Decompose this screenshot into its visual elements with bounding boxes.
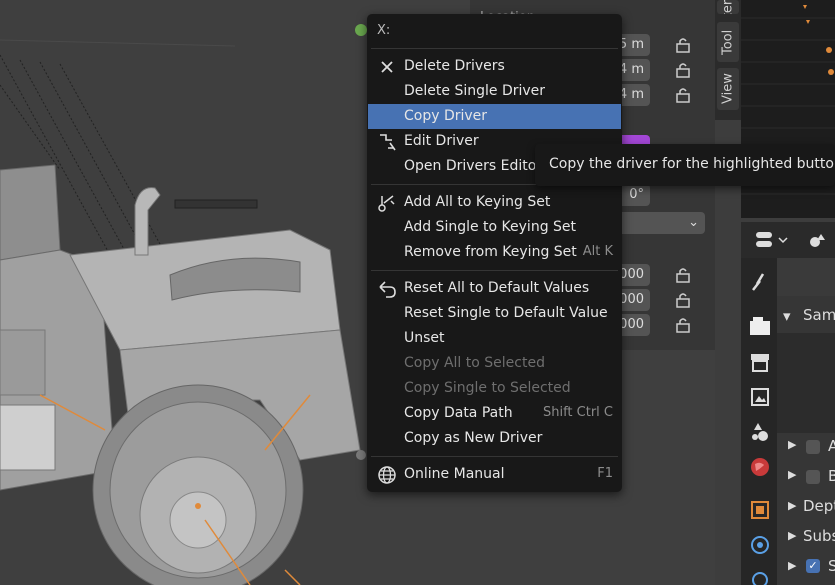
menu-item-label: Add All to Keying Set <box>404 194 551 210</box>
constraints-icon[interactable] <box>748 566 772 585</box>
row-label-subs: Subs <box>803 527 835 545</box>
tooltip: Copy the driver for the highlighted butt… <box>535 144 835 186</box>
object-icon[interactable] <box>748 498 772 522</box>
menu-item-label: Copy Driver <box>404 108 488 124</box>
properties-header <box>741 222 835 258</box>
panel-collapse-arrow[interactable]: ▾ <box>783 307 791 325</box>
menu-item-reset-all-defaults[interactable]: Reset All to Default Values <box>368 276 621 301</box>
view-layer-icon[interactable] <box>748 385 772 409</box>
menu-separator <box>371 270 618 271</box>
context-menu: X: Delete Drivers Delete Single Driver C… <box>367 14 622 492</box>
row-label-b: B <box>828 467 835 485</box>
output-icon[interactable] <box>748 350 772 374</box>
menu-item-label: Online Manual <box>404 466 505 482</box>
checkbox-b[interactable] <box>806 470 820 484</box>
menu-item-remove-keying-set[interactable]: Remove from Keying Set Alt K <box>368 240 621 265</box>
expand-arrow-b[interactable]: ▶ <box>788 468 796 481</box>
expand-arrow-a[interactable]: ▶ <box>788 438 796 451</box>
menu-item-unset[interactable]: Unset <box>368 326 621 351</box>
menu-item-label: Reset All to Default Values <box>404 280 590 296</box>
menu-item-add-single-keying-set[interactable]: Add Single to Keying Set <box>368 215 621 240</box>
menu-item-online-manual[interactable]: Online Manual F1 <box>368 462 621 487</box>
chevron-down-icon: ⌄ <box>688 215 699 230</box>
menu-item-label: Open Drivers Editor <box>404 158 543 174</box>
loop-back-icon <box>379 281 396 298</box>
menu-item-label: Delete Single Driver <box>404 83 546 99</box>
checkbox-a[interactable] <box>806 440 820 454</box>
shading-icon[interactable] <box>807 230 831 250</box>
row-label-s: S <box>828 557 835 575</box>
menu-separator <box>371 48 618 49</box>
row-label-a: A <box>828 437 835 455</box>
menu-item-reset-single-default[interactable]: Reset Single to Default Value <box>368 301 621 326</box>
editor-type-icon[interactable] <box>755 230 791 250</box>
lock-icon[interactable] <box>674 61 692 79</box>
menu-item-add-all-keying-set[interactable]: Add All to Keying Set <box>368 190 621 215</box>
globe-icon <box>378 466 396 484</box>
menu-item-copy-as-new-driver[interactable]: Copy as New Driver <box>368 426 621 451</box>
sidebar-tabs: Item Tool View <box>715 0 741 120</box>
menu-item-label: Add Single to Keying Set <box>404 219 577 235</box>
menu-item-label: Delete Drivers <box>404 58 505 74</box>
lock-icon[interactable] <box>674 36 692 54</box>
menu-item-label: Copy Single to Selected <box>404 380 571 396</box>
physics-icon[interactable] <box>748 533 772 557</box>
menu-item-label: Copy Data Path <box>404 405 513 421</box>
driver-edit-icon <box>380 134 396 151</box>
menu-item-shortcut: F1 <box>597 466 613 481</box>
menu-item-label: Remove from Keying Set <box>404 244 577 260</box>
tab-item[interactable]: Item <box>717 0 739 14</box>
scene-icon[interactable] <box>748 420 772 444</box>
world-icon[interactable] <box>748 455 772 479</box>
keyingset-icon <box>378 195 395 212</box>
menu-item-label: Reset Single to Default Value <box>404 305 608 321</box>
lock-icon[interactable] <box>674 316 692 334</box>
tab-tool[interactable]: Tool <box>717 22 739 62</box>
menu-item-shortcut: Alt K <box>582 244 613 259</box>
menu-separator <box>371 456 618 457</box>
menu-item-label: Copy All to Selected <box>404 355 545 371</box>
tool-wrench-icon[interactable] <box>748 270 772 294</box>
menu-item-copy-all-to-selected: Copy All to Selected <box>368 351 621 376</box>
expand-arrow-s[interactable]: ▶ <box>788 559 796 572</box>
tab-view[interactable]: View <box>717 68 739 110</box>
menu-item-delete-single-driver[interactable]: Delete Single Driver <box>368 79 621 104</box>
expand-arrow-subs[interactable]: ▶ <box>788 529 796 542</box>
row-label-depth: Dept <box>803 497 835 515</box>
menu-item-delete-drivers[interactable]: Delete Drivers <box>368 54 621 79</box>
lock-icon[interactable] <box>674 86 692 104</box>
panel-title: Sam <box>803 306 835 324</box>
menu-item-copy-data-path[interactable]: Copy Data Path Shift Ctrl C <box>368 401 621 426</box>
menu-item-label: Edit Driver <box>404 133 479 149</box>
checkbox-s[interactable]: ✓ <box>806 559 820 573</box>
menu-item-shortcut: Shift Ctrl C <box>542 405 613 420</box>
menu-item-label: Copy as New Driver <box>404 430 543 446</box>
menu-title: X: <box>377 23 391 38</box>
menu-item-label: Unset <box>404 330 445 346</box>
menu-item-copy-driver[interactable]: Copy Driver <box>368 104 621 129</box>
x-icon <box>381 61 393 73</box>
menu-item-copy-single-to-selected: Copy Single to Selected <box>368 376 621 401</box>
lock-icon[interactable] <box>674 266 692 284</box>
lock-icon[interactable] <box>674 291 692 309</box>
expand-arrow-depth[interactable]: ▶ <box>788 499 796 512</box>
render-icon[interactable] <box>748 314 772 338</box>
